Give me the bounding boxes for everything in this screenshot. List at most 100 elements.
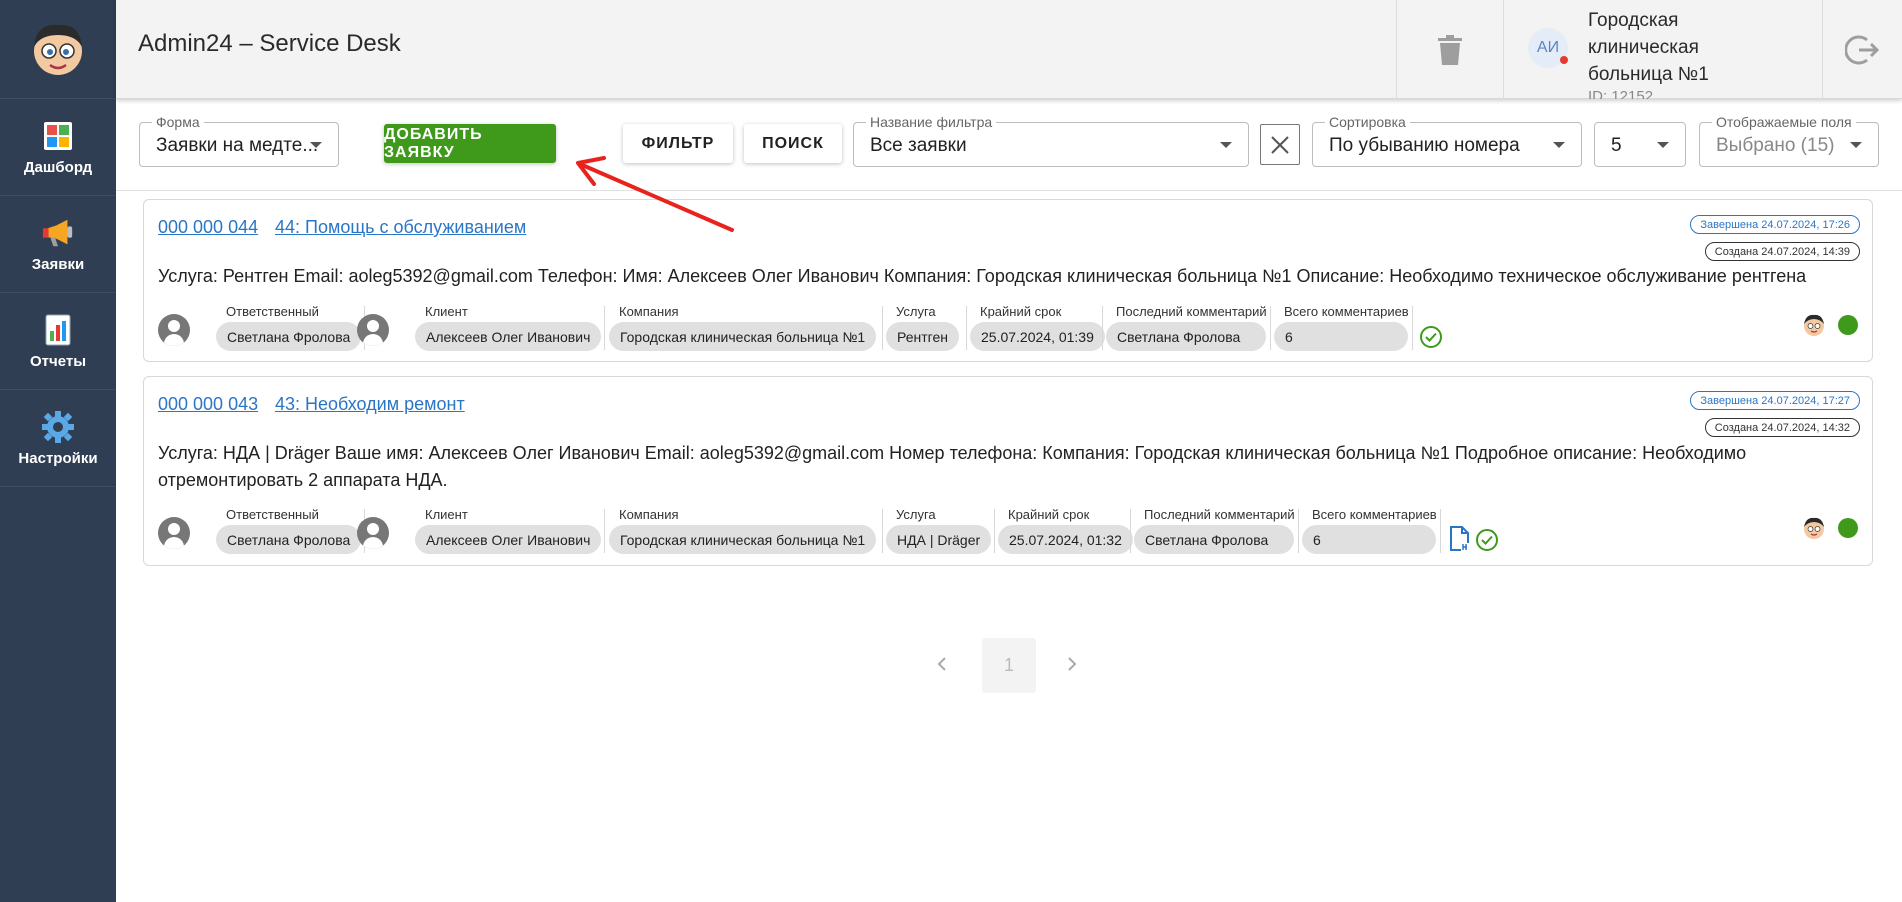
- next-page-button[interactable]: [1060, 652, 1084, 676]
- filter-name-value: Все заявки: [870, 135, 967, 156]
- chevron-right-icon: [1068, 657, 1077, 671]
- annotation-arrow-icon: [576, 156, 734, 232]
- service-cell[interactable]: Услуга Рентген: [886, 304, 962, 354]
- sidebar: Дашборд Заявки Отчеты Настройки: [0, 0, 116, 902]
- sidebar-item-dashboard[interactable]: Дашборд: [0, 99, 116, 196]
- responsible-cell[interactable]: Ответственный Светлана Фролова: [216, 507, 362, 557]
- service-chip: НДА | Dräger: [886, 525, 992, 554]
- trash-icon: [1438, 34, 1462, 65]
- attachment-file-icon[interactable]: [1448, 526, 1472, 552]
- page-number-current[interactable]: 1: [982, 638, 1036, 693]
- column-label: Компания: [619, 304, 679, 319]
- column-label: Последний комментарий: [1116, 304, 1267, 319]
- column-label: Последний комментарий: [1144, 507, 1295, 522]
- column-label: Компания: [619, 507, 679, 522]
- notification-dot: [1560, 56, 1568, 64]
- ticket-card: 000 000 044 44: Помощь с обслуживанием З…: [143, 199, 1873, 362]
- status-badge-completed: Завершена 24.07.2024, 17:27: [1690, 391, 1860, 410]
- sort-value: По убыванию номера: [1329, 135, 1520, 156]
- status-indicator: [1838, 518, 1858, 538]
- assignee-avatar-icon[interactable]: [1802, 516, 1826, 540]
- column-label: Услуга: [896, 507, 936, 522]
- status-indicator: [1838, 315, 1858, 335]
- assignee-avatar-icon[interactable]: [1802, 313, 1826, 337]
- megaphone-icon: [41, 216, 75, 250]
- last-comment-cell[interactable]: Последний комментарий Светлана Фролова: [1106, 304, 1267, 354]
- client-cell[interactable]: Клиент Алексеев Олег Иванович: [415, 507, 602, 557]
- column-label: Клиент: [425, 304, 468, 319]
- divider: [1270, 306, 1271, 350]
- company-chip: Городская клиническая больница №1: [609, 322, 877, 351]
- total-comments-cell[interactable]: Всего комментариев 6: [1274, 304, 1409, 354]
- divider: [604, 306, 605, 350]
- prev-page-button[interactable]: [930, 652, 954, 676]
- ticket-info-row: Ответственный Светлана Фролова Клиент Ал…: [158, 507, 1858, 557]
- total-comments-cell[interactable]: Всего комментариев 6: [1302, 507, 1437, 557]
- displayed-fields-select[interactable]: Отображаемые поля Выбрано (15): [1699, 114, 1879, 167]
- sidebar-item-reports[interactable]: Отчеты: [0, 293, 116, 390]
- page-title: Admin24 – Service Desk: [138, 30, 401, 57]
- sidebar-item-requests[interactable]: Заявки: [0, 196, 116, 293]
- report-icon: [41, 313, 75, 347]
- ticket-title-link[interactable]: 44: Помощь с обслуживанием: [275, 217, 526, 238]
- divider: [1298, 509, 1299, 553]
- organization-name: Городская клиническая больница №1: [1588, 10, 1709, 85]
- filter-name-select[interactable]: Название фильтра Все заявки: [853, 114, 1249, 167]
- page-size-value: 5: [1611, 135, 1622, 156]
- logout-button[interactable]: [1822, 0, 1902, 99]
- page-size-select[interactable]: 5: [1594, 122, 1686, 167]
- deadline-cell[interactable]: Крайний срок 25.07.2024, 01:39: [970, 304, 1105, 354]
- divider: [966, 306, 967, 350]
- person-icon: [158, 517, 190, 549]
- column-label: Всего комментариев: [1284, 304, 1409, 319]
- mascot-logo-icon: [34, 24, 82, 75]
- ticket-description: Услуга: Рентген Email: aoleg5392@gmail.c…: [158, 266, 1807, 286]
- client-chip: Алексеев Олег Иванович: [415, 525, 602, 554]
- top-header: Admin24 – Service Desk АИ Городская клин…: [116, 0, 1902, 99]
- column-label: Клиент: [425, 507, 468, 522]
- gear-icon: [41, 410, 75, 444]
- column-label: Всего комментариев: [1312, 507, 1437, 522]
- total-comments-chip: 6: [1302, 525, 1436, 554]
- displayed-fields-value: Выбрано (15): [1716, 135, 1835, 156]
- divider: [604, 509, 605, 553]
- clear-filter-button[interactable]: [1260, 124, 1300, 165]
- user-profile[interactable]: АИ Городская клиническая больница №1 ID:…: [1504, 0, 1824, 99]
- deadline-cell[interactable]: Крайний срок 25.07.2024, 01:32: [998, 507, 1133, 557]
- company-cell[interactable]: Компания Городская клиническая больница …: [609, 304, 879, 354]
- last-comment-cell[interactable]: Последний комментарий Светлана Фролова: [1134, 507, 1295, 557]
- sidebar-item-label: Дашборд: [23, 158, 93, 176]
- check-circle-icon: [1420, 326, 1442, 348]
- app-logo[interactable]: [0, 0, 116, 99]
- chevron-down-icon: [1850, 142, 1862, 148]
- status-badge-created: Создана 24.07.2024, 14:39: [1704, 242, 1860, 261]
- displayed-fields-label: Отображаемые поля: [1712, 114, 1856, 130]
- divider: [1412, 306, 1413, 350]
- add-request-button[interactable]: ДОБАВИТЬ ЗАЯВКУ: [384, 124, 556, 163]
- trash-button[interactable]: [1396, 0, 1504, 99]
- status-badge-created: Создана 24.07.2024, 14:32: [1704, 418, 1860, 437]
- company-cell[interactable]: Компания Городская клиническая больница …: [609, 507, 879, 557]
- service-chip: Рентген: [886, 322, 959, 351]
- divider: [882, 306, 883, 350]
- ticket-title-link[interactable]: 43: Необходим ремонт: [275, 394, 465, 415]
- sidebar-item-label: Заявки: [31, 255, 85, 273]
- form-select-value: Заявки на медте...: [156, 135, 319, 156]
- column-label: Крайний срок: [980, 304, 1062, 319]
- responsible-cell[interactable]: Ответственный Светлана Фролова: [216, 304, 362, 354]
- person-icon: [357, 517, 389, 549]
- last-comment-chip: Светлана Фролова: [1134, 525, 1294, 554]
- deadline-chip: 25.07.2024, 01:32: [998, 525, 1133, 554]
- toolbar: Форма Заявки на медте... ДОБАВИТЬ ЗАЯВКУ…: [116, 99, 1902, 191]
- sort-select[interactable]: Сортировка По убыванию номера: [1312, 114, 1582, 167]
- client-cell[interactable]: Клиент Алексеев Олег Иванович: [415, 304, 602, 354]
- sidebar-item-settings[interactable]: Настройки: [0, 390, 116, 487]
- service-cell[interactable]: Услуга НДА | Dräger: [886, 507, 992, 557]
- filter-name-label: Название фильтра: [866, 114, 997, 130]
- form-select[interactable]: Форма Заявки на медте...: [139, 114, 339, 167]
- total-comments-chip: 6: [1274, 322, 1408, 351]
- ticket-number-link[interactable]: 000 000 043: [158, 394, 258, 415]
- deadline-chip: 25.07.2024, 01:39: [970, 322, 1105, 351]
- ticket-number-link[interactable]: 000 000 044: [158, 217, 258, 238]
- ticket-description: Услуга: НДА | Dräger Ваше имя: Алексеев …: [158, 443, 1747, 490]
